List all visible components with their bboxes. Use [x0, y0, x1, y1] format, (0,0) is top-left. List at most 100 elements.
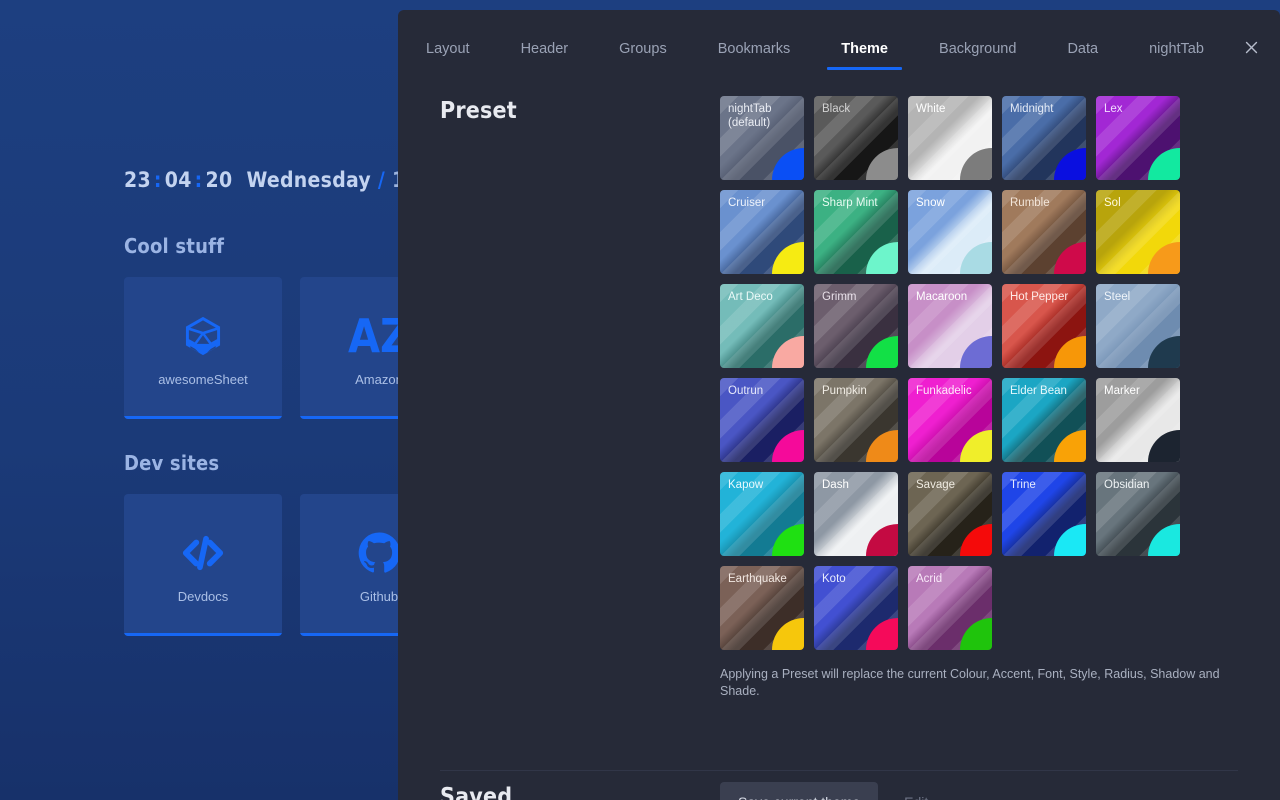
preset-tile[interactable]: Earthquake	[720, 566, 804, 650]
bookmark-label: awesomeSheet	[158, 371, 248, 387]
preset-tile-name: Grimm	[822, 291, 857, 303]
preset-tile[interactable]: Snow	[908, 190, 992, 274]
preset-section: Preset nightTab (default) Black White Midni…	[398, 70, 1280, 700]
preset-tile[interactable]: Cruiser	[720, 190, 804, 274]
date-slash-1: /	[377, 168, 386, 192]
preset-tile[interactable]: Sol	[1096, 190, 1180, 274]
preset-tile[interactable]: Funkadelic	[908, 378, 992, 462]
clock-hours: 23	[124, 168, 151, 192]
preset-tile[interactable]: Hot Pepper	[1002, 284, 1086, 368]
preset-tile[interactable]: Elder Bean	[1002, 378, 1086, 462]
preset-section-label: Preset	[440, 98, 517, 124]
preset-tile[interactable]: Dash	[814, 472, 898, 556]
preset-tile-name: Dash	[822, 479, 849, 491]
save-current-theme-button[interactable]: Save current theme	[720, 782, 879, 800]
preset-tile[interactable]: Savage	[908, 472, 992, 556]
preset-tile[interactable]: Lex	[1096, 96, 1180, 180]
preset-grid: nightTab (default) Black White Midnight Lex C…	[720, 96, 1238, 650]
bookmark-label: Github	[359, 588, 399, 604]
preset-tile[interactable]: Trine	[1002, 472, 1086, 556]
preset-tile-name: Macaroon	[916, 291, 968, 303]
preset-tile-name: Sharp Mint	[822, 197, 878, 209]
preset-tile-name: Outrun	[728, 385, 764, 397]
tab-list: Layout Header Groups Bookmarks Theme Backgrou…	[412, 41, 1218, 71]
tab-data[interactable]: Data	[1067, 41, 1098, 71]
settings-modal: Layout Header Groups Bookmarks Theme Backgrou…	[398, 10, 1280, 800]
preset-tile-name: Obsidian	[1104, 479, 1150, 491]
bookmark-label: Devdocs	[177, 588, 229, 604]
settings-body: Preset nightTab (default) Black White Midni…	[398, 70, 1280, 800]
preset-tile[interactable]: Koto	[814, 566, 898, 650]
tab-groups[interactable]: Groups	[619, 41, 667, 71]
preset-tile-name: Acrid	[916, 573, 943, 585]
github-octocat-icon	[357, 527, 401, 579]
preset-tile[interactable]: White	[908, 96, 992, 180]
date-weekday: Wednesday	[246, 168, 372, 192]
bookmark-accent-bar	[124, 416, 282, 419]
d20-dice-icon	[181, 310, 225, 362]
tab-theme[interactable]: Theme	[827, 41, 902, 71]
preset-tile-name: Marker	[1104, 385, 1140, 397]
preset-tile-name: Pumpkin	[822, 385, 867, 397]
preset-section-body: nightTab (default) Black White Midnight Lex C…	[720, 96, 1238, 700]
settings-tab-bar: Layout Header Groups Bookmarks Theme Backgrou…	[398, 10, 1280, 70]
preset-tile-name: Rumble	[1010, 197, 1050, 209]
preset-tile-name: Snow	[916, 197, 945, 209]
tab-bookmarks[interactable]: Bookmarks	[718, 41, 791, 71]
tab-nighttab[interactable]: nightTab	[1149, 41, 1204, 71]
preset-tile-name: Savage	[916, 479, 956, 491]
clock-separator-1: :	[153, 168, 162, 192]
saved-section: Saved Save current theme Edit Saving a T…	[398, 760, 1280, 800]
saved-section-body: Save current theme Edit Saving a Theme w…	[720, 782, 1238, 800]
tab-header[interactable]: Header	[521, 41, 569, 71]
preset-tile[interactable]: nightTab (default)	[720, 96, 804, 180]
preset-tile-name: Steel	[1104, 291, 1131, 303]
close-icon[interactable]	[1236, 32, 1266, 62]
preset-tile[interactable]: Sharp Mint	[814, 190, 898, 274]
preset-tile-name: Koto	[822, 573, 846, 585]
preset-note: Applying a Preset will replace the curre…	[720, 667, 1220, 698]
preset-tile-name: nightTab (default)	[728, 103, 772, 129]
tab-background[interactable]: Background	[939, 41, 1016, 71]
preset-tile[interactable]: Acrid	[908, 566, 992, 650]
preset-tile-name: Black	[822, 103, 851, 115]
clock-minutes: 04	[164, 168, 192, 192]
preset-tile-name: Midnight	[1010, 103, 1054, 115]
preset-tile-name: Elder Bean	[1010, 385, 1067, 397]
group-title-dev-sites: Dev sites	[124, 451, 220, 475]
preset-tile[interactable]: Steel	[1096, 284, 1180, 368]
edit-saved-themes-button: Edit	[886, 782, 946, 800]
preset-tile-name: Funkadelic	[916, 385, 972, 397]
preset-tile[interactable]: Obsidian	[1096, 472, 1180, 556]
group-title-cool-stuff: Cool stuff	[124, 234, 225, 258]
clock-seconds: 20	[205, 168, 233, 192]
tab-layout[interactable]: Layout	[426, 41, 470, 71]
preset-tile-name: Hot Pepper	[1010, 291, 1069, 303]
preset-tile[interactable]: Marker	[1096, 378, 1180, 462]
clock-separator-2: :	[194, 168, 203, 192]
preset-tile-name: Cruiser	[728, 197, 766, 209]
preset-tile[interactable]: Grimm	[814, 284, 898, 368]
preset-tile-name: Lex	[1104, 103, 1123, 115]
preset-tile[interactable]: Outrun	[720, 378, 804, 462]
preset-tile-name: Kapow	[728, 479, 764, 491]
preset-tile-name: Earthquake	[728, 573, 787, 585]
bookmark-label: Amazon	[355, 371, 403, 387]
bookmark-card-awesomesheet[interactable]: awesomeSheet	[124, 277, 282, 419]
bookmark-card-devdocs[interactable]: Devdocs	[124, 494, 282, 636]
saved-button-row: Save current theme Edit	[720, 782, 1238, 800]
preset-tile-name: Trine	[1010, 479, 1036, 491]
preset-tile[interactable]: Pumpkin	[814, 378, 898, 462]
preset-tile[interactable]: Art Deco	[720, 284, 804, 368]
preset-tile[interactable]: Midnight	[1002, 96, 1086, 180]
saved-section-label: Saved	[440, 784, 513, 800]
preset-tile-name: Art Deco	[728, 291, 773, 303]
preset-tile[interactable]: Kapow	[720, 472, 804, 556]
preset-tile[interactable]: Rumble	[1002, 190, 1086, 274]
preset-tile-name: Sol	[1104, 197, 1121, 209]
bookmark-accent-bar	[124, 633, 282, 636]
preset-tile[interactable]: Macaroon	[908, 284, 992, 368]
preset-tile[interactable]: Black	[814, 96, 898, 180]
preset-tile-name: White	[916, 103, 946, 115]
code-brackets-icon	[180, 527, 226, 579]
